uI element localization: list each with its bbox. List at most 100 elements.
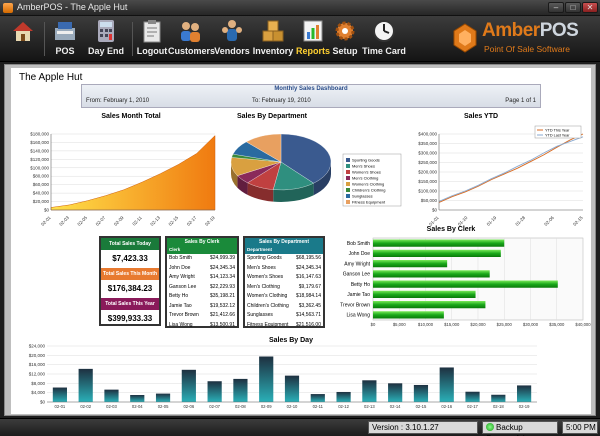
clerk-row: Bob Smith $24,999.39 [167,254,237,264]
clerk-axis-label: Jamie Tao [347,292,370,298]
today-value: $7,423.33 [112,254,148,263]
dashboard-title: Monthly Sales Dashboard [274,86,348,92]
month-total-title: Sales Month Total [101,113,161,120]
legend-label: Sporting Goods [352,158,380,163]
legend-label: Men's Clothing [352,176,378,181]
clerk-axis-label: John Doe [349,251,371,257]
month-label: Total Sales This Month [101,268,159,280]
home-icon [13,22,33,41]
toolbar-reports-button[interactable]: Reports [294,18,332,60]
department-value: $21,516.00 [295,321,321,328]
day-bar [310,394,325,402]
brand-pos: POS [539,20,579,41]
clerk-bar [373,260,448,268]
department-rows: Sporting Goods $68,195.56 Men's Shoes $24,3… [245,254,323,330]
y-tick-label: $20,000 [29,353,46,358]
clerk-value: $14,123.34 [209,274,235,280]
department-value: $68,195.56 [295,255,321,261]
ytd-series-line [438,136,584,202]
day-bar [336,391,351,402]
clerk-table: Sales By Clerk Clerk Bob Smith $24,999.39… [165,236,239,328]
backup-ok-icon [486,423,494,431]
x-tick-label: 02-09 [261,404,272,409]
toolbar-inventory-button[interactable]: Inventory [252,18,294,60]
y-tick-label: $4,000 [31,390,45,395]
x-tick-label: $0 [371,322,376,327]
minimize-button[interactable]: – [548,2,564,13]
day-bar [439,367,454,402]
department-value: $14,563.71 [295,312,321,318]
clerk-col-header: Clerk [169,247,181,252]
app-icon [3,3,13,13]
y-tick-label: $20,000 [33,199,50,204]
clock-text: 5:00 PM [562,421,598,434]
day-bar [155,393,171,402]
department-row: Sunglasses $14,563.71 [245,311,323,321]
x-tick-label: 02-08 [235,404,246,409]
x-tick-label: 02-15 [416,404,427,409]
clerk-table-title: Sales By Clerk [167,238,237,247]
x-tick-label: 02-15 [168,215,180,226]
x-tick-label: 02-13 [149,215,161,226]
y-tick-label: $0 [432,208,438,213]
x-tick-label: $20,000 [470,322,486,327]
clerk-name: John Doe [169,264,191,271]
x-tick-label: 02-17 [186,215,198,226]
department-row: Women's Clothing $18,984.14 [245,292,323,302]
day-chart-title: Sales By Day [269,337,313,344]
year-label: Total Sales This Year [101,298,159,310]
clerk-bar [373,290,476,298]
legend-label: Children's Clothing [352,188,385,193]
x-tick-label: 01-01 [428,215,440,226]
toolbar-setup-button[interactable]: Setup [332,18,358,60]
y-tick-label: $12,000 [29,372,46,377]
x-tick-label: 01-28 [514,215,526,226]
x-tick-label: 01-10 [457,215,469,226]
y-tick-label: $8,000 [31,381,45,386]
dashboard-header: Monthly Sales Dashboard From: February 1… [81,84,541,108]
amber-gem-icon [453,23,477,53]
legend-label: Men's Shoes [352,164,375,169]
x-tick-label: 02-07 [209,404,220,409]
department-value: $3,362.45 [298,302,321,309]
x-tick-label: 02-11 [313,404,324,409]
x-tick-label: $5,000 [393,322,406,327]
day-bar [233,378,248,402]
y-tick-label: $80,000 [33,174,50,179]
toolbar-day-end-button[interactable]: Day End [86,18,126,60]
clerk-axis-label: Amy Wright [344,261,370,267]
x-tick-label: 02-19 [519,404,530,409]
clerk-name: Amy Wright [169,274,195,280]
clerk-axis-label: Trevor Brown [340,302,370,308]
y-tick-label: $0 [40,400,46,405]
y-tick-label: $100,000 [418,189,437,194]
toolbar-vendors-button[interactable]: Vendors [214,18,250,60]
y-tick-label: $100,000 [30,165,49,170]
x-tick-label: 02-07 [95,215,107,226]
toolbar-customers-button[interactable]: Customers [168,18,215,60]
month-area [50,134,216,211]
reports-icon [303,20,323,42]
toolbar-pos-button[interactable]: POS [50,18,80,60]
department-chart: Sporting GoodsMen's ShoesWomen's ShoesMe… [230,133,402,207]
toolbar-time-card-button[interactable]: Time Card [362,18,406,60]
department-row: Men's Clothing $9,179.67 [245,283,323,293]
maximize-button[interactable]: □ [565,2,581,13]
y-tick-label: $50,000 [421,198,438,203]
day-bar [362,380,377,402]
version-text: Version : 3.10.1.27 [368,421,478,434]
close-button[interactable]: ✕ [582,2,598,13]
x-tick-label: 02-03 [106,404,117,409]
clerk-rows: Bob Smith $24,999.39 John Doe $24,345.34 Amy… [167,254,237,330]
x-tick-label: $10,000 [418,322,434,327]
clerk-value: $24,999.39 [209,255,235,261]
day-bar [388,383,403,402]
department-table-title: Sales By Department [245,238,323,247]
y-tick-label: $24,000 [29,344,46,349]
day-bar [52,387,67,402]
dashboard-report: The Apple Hut Monthly Sales Dashboard Fr… [11,68,591,414]
gear-icon [335,21,355,41]
department-value: $18,984.14 [295,293,321,299]
toolbar-logout-button[interactable]: Logout [136,18,168,60]
home-button[interactable] [6,18,40,60]
